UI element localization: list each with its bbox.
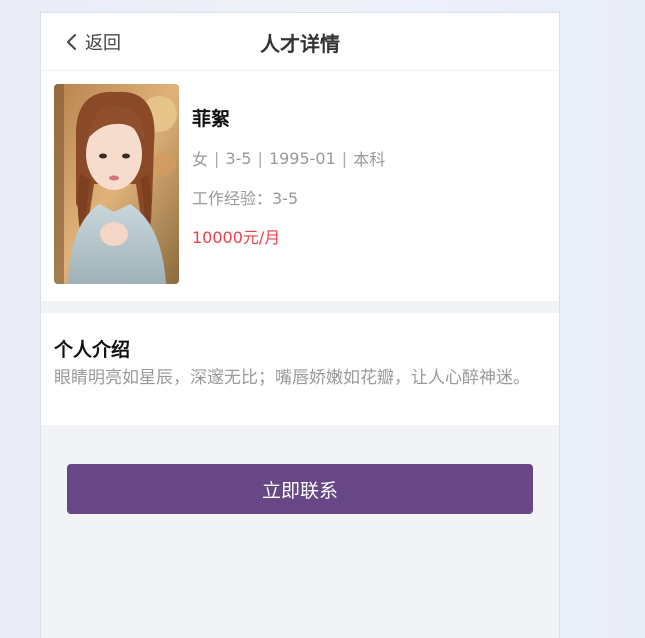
salary-value: 10000元/月 [192, 228, 281, 247]
candidate-meta: 女 | 3-5 | 1995-01 | 本科 [192, 146, 385, 170]
contact-button[interactable]: 立即联系 [67, 464, 533, 514]
work-experience: 工作经验：3-5 [192, 189, 299, 208]
avatar [54, 84, 179, 284]
experience-range-value: 3-5 [225, 148, 252, 168]
app-window: 返回 人才详情 菲絮 女 | 3-5 | 1995-01 | 本科 工作经验：3… [40, 12, 560, 638]
meta-separator: | [341, 148, 348, 168]
intro-title: 个人介绍 [54, 339, 131, 361]
gender-value: 女 [192, 150, 209, 169]
birth-value: 1995-01 [268, 148, 336, 168]
candidate-name: 菲絮 [192, 108, 231, 130]
intro-section: 个人介绍 眼睛明亮如星辰，深邃无比；嘴唇娇嫩如花瓣，让人心醉神迷。 [41, 313, 559, 425]
page-title: 人才详情 [260, 32, 340, 56]
section-divider [41, 301, 559, 313]
meta-separator: | [257, 148, 263, 168]
intro-text: 眼睛明亮如星辰，深邃无比；嘴唇娇嫩如花瓣，让人心醉神迷。 [54, 368, 530, 388]
profile-info: 菲絮 女 | 3-5 | 1995-01 | 本科 工作经验：3-5 10000… [192, 104, 385, 248]
portrait-photo-icon [54, 84, 179, 284]
top-nav-bar: 返回 人才详情 [41, 13, 559, 71]
education-value: 本科 [353, 150, 386, 169]
meta-separator: | [214, 148, 220, 168]
profile-card: 菲絮 女 | 3-5 | 1995-01 | 本科 工作经验：3-5 10000… [41, 71, 559, 301]
